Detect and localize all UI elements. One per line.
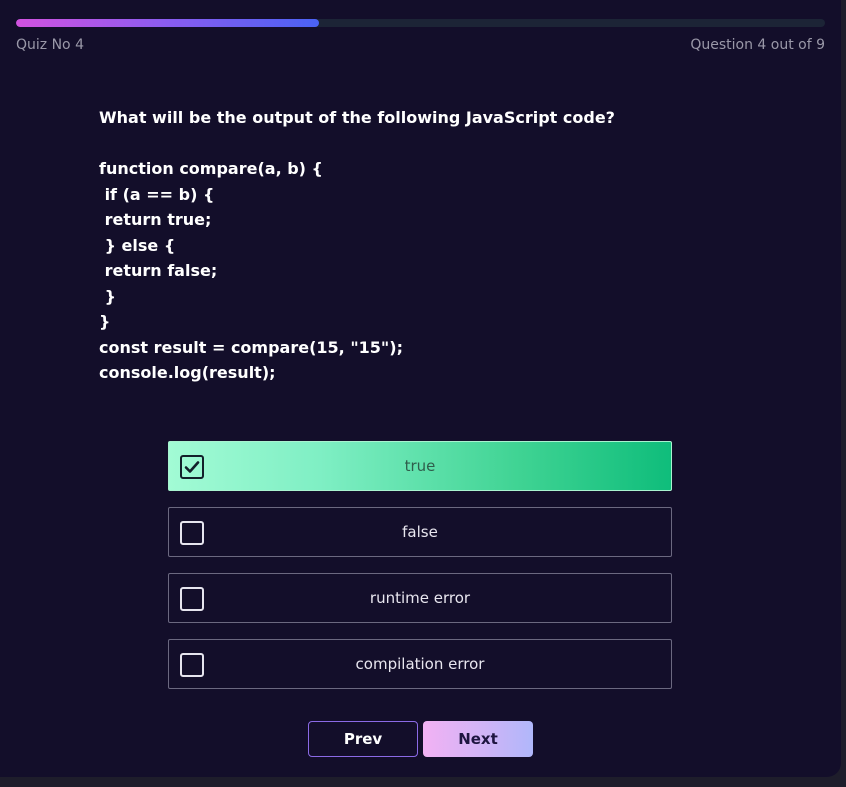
code-line: console.log(result); — [99, 363, 276, 382]
progress-bar — [16, 19, 825, 27]
option-checkbox[interactable] — [180, 653, 204, 677]
code-line: if (a == b) { — [99, 184, 215, 204]
code-line: } else { — [99, 235, 176, 255]
option-label: runtime error — [369, 589, 471, 607]
option-compilation-error[interactable]: compilation error — [168, 639, 672, 689]
next-button[interactable]: Next — [423, 721, 533, 757]
question-line — [99, 131, 799, 157]
quiz-card: Quiz No 4 Question 4 out of 9 What will … — [0, 0, 841, 777]
quiz-label: Quiz No 4 — [16, 37, 84, 53]
option-checkbox[interactable] — [180, 521, 204, 545]
code-line: return false; — [99, 261, 218, 280]
code-line: const result = compare(15, "15"); — [99, 337, 403, 357]
option-label: true — [404, 457, 436, 475]
code-line: function compare(a, b) { — [99, 159, 323, 178]
answer-options: true false runtime error compilation err… — [168, 441, 672, 705]
option-checkbox[interactable] — [180, 455, 204, 479]
check-icon — [184, 461, 200, 473]
question-counter: Question 4 out of 9 — [690, 37, 825, 53]
code-line: } — [99, 312, 111, 331]
prev-button[interactable]: Prev — [308, 721, 418, 757]
question-line: What will be the output of the following… — [99, 108, 615, 127]
option-label: false — [402, 523, 438, 541]
option-true[interactable]: true — [168, 441, 672, 491]
option-runtime-error[interactable]: runtime error — [168, 573, 672, 623]
question-text: What will be the output of the following… — [99, 105, 799, 386]
option-label: compilation error — [355, 655, 485, 673]
code-line: } — [99, 286, 116, 306]
code-line: return true; — [99, 210, 212, 229]
option-checkbox[interactable] — [180, 587, 204, 611]
option-false[interactable]: false — [168, 507, 672, 557]
progress-bar-fill — [16, 19, 320, 27]
